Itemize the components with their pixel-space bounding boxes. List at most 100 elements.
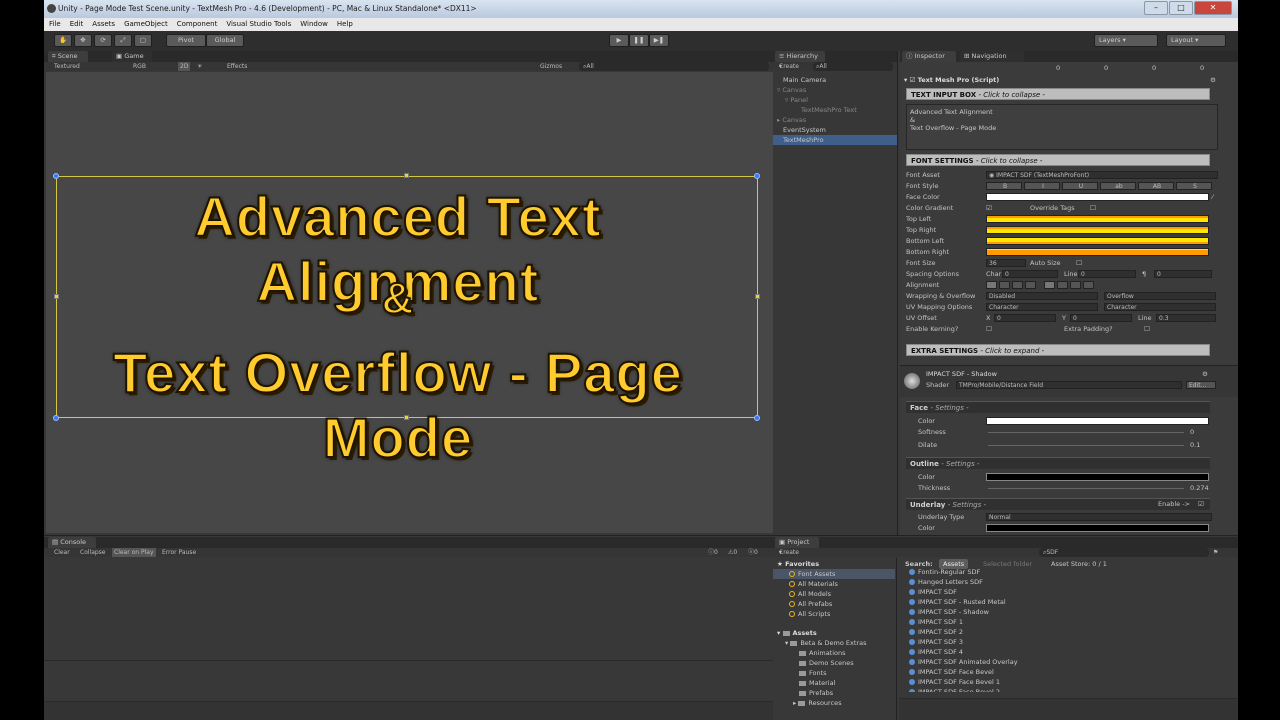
rect-handle-tr[interactable] <box>754 173 760 179</box>
hierarchy-item[interactable]: ▿ Canvas <box>773 85 897 95</box>
menu-component[interactable]: Component <box>172 18 222 31</box>
asset-item[interactable]: Hanged Letters SDF <box>909 577 983 587</box>
char-spacing-field[interactable]: 0 <box>1002 270 1058 278</box>
fav-item[interactable]: All Prefabs <box>789 599 832 609</box>
layers-dropdown[interactable]: Layers ▾ <box>1094 34 1158 47</box>
text-input-area[interactable]: Advanced Text Alignment & Text Overflow … <box>906 104 1218 150</box>
console-error-count[interactable]: ⓧ 0 <box>748 548 758 557</box>
tab-game[interactable]: ▣ Game <box>112 51 152 62</box>
dilate-slider[interactable] <box>988 445 1184 446</box>
menu-edit[interactable]: Edit <box>65 18 88 31</box>
wrapping-dropdown[interactable]: Disabled <box>986 292 1098 300</box>
softness-value[interactable]: 0 <box>1190 427 1194 437</box>
hierarchy-search-input[interactable]: ⌕ All <box>813 62 893 71</box>
fav-item[interactable]: Font Assets <box>773 569 895 579</box>
font-size-field[interactable]: 36 <box>986 259 1026 267</box>
console-log-count[interactable]: ⓘ 0 <box>708 548 718 557</box>
outline-section-header[interactable]: Outline - Settings - <box>906 457 1210 469</box>
color-gradient-checkbox[interactable]: ☑ <box>986 203 992 213</box>
outline-color-swatch[interactable] <box>986 473 1209 481</box>
auto-size-checkbox[interactable]: ☐ <box>1076 258 1082 268</box>
material-settings-icon[interactable]: ⚙ <box>1202 369 1208 379</box>
font-settings-header[interactable]: FONT SETTINGS - Click to collapse - <box>906 154 1210 166</box>
override-tags-checkbox[interactable]: ☐ <box>1090 203 1096 213</box>
uv-vertical-dropdown[interactable]: Character <box>1104 303 1216 311</box>
paragraph-spacing-field[interactable]: 0 <box>1154 270 1212 278</box>
asset-item[interactable]: IMPACT SDF Face Bevel 2 <box>909 687 1000 692</box>
font-asset-field[interactable]: ◉ IMPACT SDF (TextMeshProFont) <box>986 171 1218 179</box>
uv-line-field[interactable]: 0.3 <box>1156 314 1216 322</box>
style-smallcaps-button[interactable]: S <box>1176 182 1212 190</box>
asset-item[interactable]: IMPACT SDF 2 <box>909 627 963 637</box>
rgb-dropdown[interactable]: RGB <box>133 62 146 71</box>
scale-tool-button[interactable]: ⤢ <box>114 34 132 47</box>
align-top-button[interactable] <box>1044 281 1055 289</box>
scene-search-input[interactable]: ⌕ All <box>579 62 769 71</box>
menu-gameobject[interactable]: GameObject <box>119 18 172 31</box>
folder-item[interactable]: Demo Scenes <box>799 658 854 668</box>
asset-item[interactable]: IMPACT SDF Animated Overlay <box>909 657 1018 667</box>
hierarchy-item[interactable]: Main Camera <box>773 75 897 85</box>
underlay-enable-checkbox[interactable]: ☑ <box>1198 499 1204 509</box>
extra-padding-checkbox[interactable]: ☐ <box>1144 324 1150 334</box>
style-italic-button[interactable]: I <box>1024 182 1060 190</box>
layout-dropdown[interactable]: Layout ▾ <box>1166 34 1226 47</box>
tab-console[interactable]: ▤ Console <box>48 537 96 548</box>
align-bottom-button[interactable] <box>1070 281 1081 289</box>
component-settings-icon[interactable]: ⚙ <box>1210 75 1216 85</box>
thickness-value[interactable]: 0.274 <box>1190 483 1209 493</box>
top-left-color-swatch[interactable] <box>986 215 1209 223</box>
eyedropper-icon[interactable]: ⁄ <box>1212 192 1213 202</box>
menu-window[interactable]: Window <box>295 18 332 31</box>
move-tool-button[interactable]: ✥ <box>74 34 92 47</box>
asset-item[interactable]: IMPACT SDF Face Bevel 1 <box>909 677 1000 687</box>
folder-item[interactable]: Prefabs <box>799 688 833 698</box>
search-scope-selected-folder[interactable]: Selected folder <box>983 559 1032 569</box>
align-middle-button[interactable] <box>1057 281 1068 289</box>
console-warning-count[interactable]: ⚠ 0 <box>728 548 737 557</box>
pause-button[interactable]: ❚❚ <box>629 34 649 47</box>
style-lowercase-button[interactable]: ab <box>1100 182 1136 190</box>
extra-settings-header[interactable]: EXTRA SETTINGS - Click to expand - <box>906 344 1210 356</box>
play-button[interactable]: ▶ <box>609 34 629 47</box>
folder-item[interactable]: ▸ Resources <box>793 698 842 708</box>
menu-file[interactable]: File <box>44 18 65 31</box>
asset-item[interactable]: IMPACT SDF 3 <box>909 637 963 647</box>
fav-item[interactable]: All Materials <box>789 579 838 589</box>
text-input-box-header[interactable]: TEXT INPUT BOX - Click to collapse - <box>906 88 1210 100</box>
folder-item[interactable]: Animations <box>799 648 846 658</box>
search-scope-asset-store[interactable]: Asset Store: 0 / 1 <box>1051 559 1107 569</box>
project-create-button[interactable]: Create ▾ <box>779 548 799 557</box>
thickness-slider[interactable] <box>988 488 1184 489</box>
menu-assets[interactable]: Assets <box>87 18 119 31</box>
console-error-pause-button[interactable]: Error Pause <box>162 548 196 557</box>
hierarchy-item[interactable]: TextMeshPro Text <box>773 105 897 115</box>
hierarchy-item[interactable]: ▸ Canvas <box>773 115 897 125</box>
asset-item[interactable]: Fontin-Regular SDF <box>909 567 980 577</box>
align-center-button[interactable] <box>999 281 1010 289</box>
tab-scene[interactable]: ⌗ Scene <box>48 51 88 62</box>
bottom-right-color-swatch[interactable] <box>986 248 1209 256</box>
dilate-value[interactable]: 0.1 <box>1190 440 1200 450</box>
tab-inspector[interactable]: ⓘ Inspector <box>902 51 956 62</box>
uv-x-field[interactable]: 0 <box>994 314 1056 322</box>
asset-item[interactable]: IMPACT SDF - Shadow <box>909 607 989 617</box>
favorites-header[interactable]: ★ Favorites <box>777 559 819 569</box>
rect-handle-tl[interactable] <box>53 173 59 179</box>
menu-help[interactable]: Help <box>332 18 357 31</box>
maximize-button[interactable]: □ <box>1169 1 1193 15</box>
asset-item[interactable]: IMPACT SDF <box>909 587 957 597</box>
face-section-header[interactable]: Face - Settings - <box>906 401 1210 413</box>
uv-y-field[interactable]: 0 <box>1070 314 1132 322</box>
gizmos-dropdown[interactable]: Gizmos <box>540 62 562 71</box>
align-justify-button[interactable] <box>1025 281 1036 289</box>
hierarchy-item-selected[interactable]: TextMeshPro <box>773 135 897 145</box>
face-color-swatch[interactable] <box>986 193 1209 201</box>
component-header[interactable]: ▾ ☑ Text Mesh Pro (Script) <box>904 75 999 85</box>
folder-item[interactable]: Material <box>799 678 835 688</box>
hierarchy-item[interactable]: ▿ Panel <box>773 95 897 105</box>
asset-item[interactable]: IMPACT SDF Face Bevel <box>909 667 994 677</box>
face-color-swatch[interactable] <box>986 417 1209 425</box>
project-search-input[interactable]: ⌕ SDF <box>1039 548 1209 557</box>
light-icon[interactable]: ☀ <box>197 62 202 71</box>
